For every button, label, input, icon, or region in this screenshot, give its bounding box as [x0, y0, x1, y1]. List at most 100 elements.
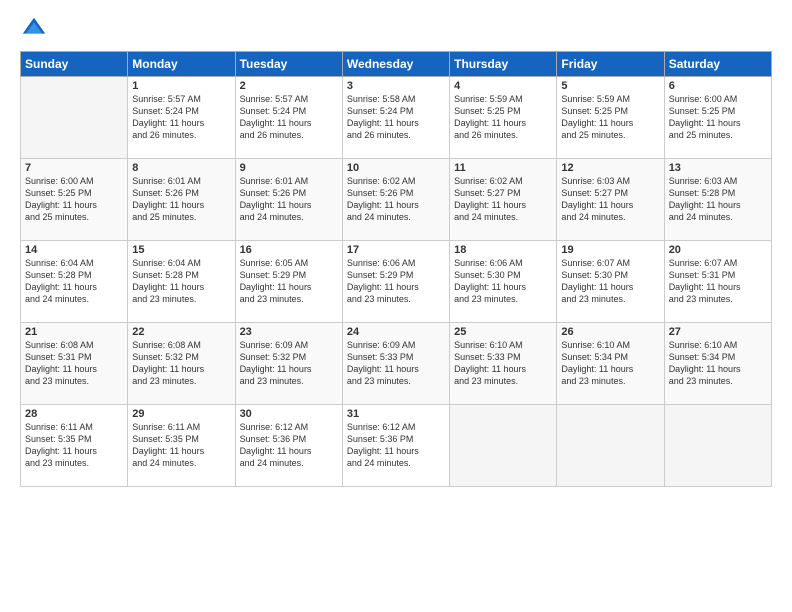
- day-number: 11: [454, 162, 552, 174]
- calendar-week-row: 7Sunrise: 6:00 AM Sunset: 5:25 PM Daylig…: [21, 159, 772, 241]
- day-number: 26: [561, 326, 659, 338]
- day-number: 2: [240, 80, 338, 92]
- day-number: 17: [347, 244, 445, 256]
- day-info: Sunrise: 6:08 AM Sunset: 5:31 PM Dayligh…: [25, 339, 123, 388]
- day-info: Sunrise: 6:12 AM Sunset: 5:36 PM Dayligh…: [347, 421, 445, 470]
- calendar-cell: 26Sunrise: 6:10 AM Sunset: 5:34 PM Dayli…: [557, 323, 664, 405]
- day-number: 15: [132, 244, 230, 256]
- day-number: 8: [132, 162, 230, 174]
- day-info: Sunrise: 6:03 AM Sunset: 5:28 PM Dayligh…: [669, 175, 767, 224]
- day-number: 7: [25, 162, 123, 174]
- day-info: Sunrise: 6:01 AM Sunset: 5:26 PM Dayligh…: [132, 175, 230, 224]
- day-number: 16: [240, 244, 338, 256]
- weekday-header: Friday: [557, 52, 664, 77]
- day-number: 6: [669, 80, 767, 92]
- day-info: Sunrise: 6:10 AM Sunset: 5:34 PM Dayligh…: [561, 339, 659, 388]
- calendar-page: SundayMondayTuesdayWednesdayThursdayFrid…: [0, 0, 792, 612]
- calendar-cell: 2Sunrise: 5:57 AM Sunset: 5:24 PM Daylig…: [235, 77, 342, 159]
- weekday-header: Monday: [128, 52, 235, 77]
- day-info: Sunrise: 6:04 AM Sunset: 5:28 PM Dayligh…: [25, 257, 123, 306]
- day-info: Sunrise: 5:57 AM Sunset: 5:24 PM Dayligh…: [132, 93, 230, 142]
- day-info: Sunrise: 6:09 AM Sunset: 5:33 PM Dayligh…: [347, 339, 445, 388]
- day-info: Sunrise: 6:12 AM Sunset: 5:36 PM Dayligh…: [240, 421, 338, 470]
- day-info: Sunrise: 5:57 AM Sunset: 5:24 PM Dayligh…: [240, 93, 338, 142]
- calendar-cell: 11Sunrise: 6:02 AM Sunset: 5:27 PM Dayli…: [450, 159, 557, 241]
- calendar-cell: 7Sunrise: 6:00 AM Sunset: 5:25 PM Daylig…: [21, 159, 128, 241]
- calendar-cell: 14Sunrise: 6:04 AM Sunset: 5:28 PM Dayli…: [21, 241, 128, 323]
- day-info: Sunrise: 6:06 AM Sunset: 5:29 PM Dayligh…: [347, 257, 445, 306]
- day-info: Sunrise: 6:08 AM Sunset: 5:32 PM Dayligh…: [132, 339, 230, 388]
- day-info: Sunrise: 6:10 AM Sunset: 5:34 PM Dayligh…: [669, 339, 767, 388]
- calendar-cell: [557, 405, 664, 487]
- day-number: 29: [132, 408, 230, 420]
- weekday-header: Sunday: [21, 52, 128, 77]
- calendar-cell: 23Sunrise: 6:09 AM Sunset: 5:32 PM Dayli…: [235, 323, 342, 405]
- day-number: 20: [669, 244, 767, 256]
- calendar-cell: 31Sunrise: 6:12 AM Sunset: 5:36 PM Dayli…: [342, 405, 449, 487]
- day-info: Sunrise: 6:05 AM Sunset: 5:29 PM Dayligh…: [240, 257, 338, 306]
- day-number: 25: [454, 326, 552, 338]
- day-number: 24: [347, 326, 445, 338]
- calendar-cell: 8Sunrise: 6:01 AM Sunset: 5:26 PM Daylig…: [128, 159, 235, 241]
- weekday-header: Tuesday: [235, 52, 342, 77]
- day-info: Sunrise: 5:58 AM Sunset: 5:24 PM Dayligh…: [347, 93, 445, 142]
- day-number: 23: [240, 326, 338, 338]
- calendar-cell: 6Sunrise: 6:00 AM Sunset: 5:25 PM Daylig…: [664, 77, 771, 159]
- day-info: Sunrise: 6:06 AM Sunset: 5:30 PM Dayligh…: [454, 257, 552, 306]
- logo-icon: [20, 15, 48, 43]
- day-number: 1: [132, 80, 230, 92]
- day-info: Sunrise: 6:04 AM Sunset: 5:28 PM Dayligh…: [132, 257, 230, 306]
- calendar-cell: 17Sunrise: 6:06 AM Sunset: 5:29 PM Dayli…: [342, 241, 449, 323]
- calendar-week-row: 1Sunrise: 5:57 AM Sunset: 5:24 PM Daylig…: [21, 77, 772, 159]
- calendar-cell: 29Sunrise: 6:11 AM Sunset: 5:35 PM Dayli…: [128, 405, 235, 487]
- calendar-cell: 9Sunrise: 6:01 AM Sunset: 5:26 PM Daylig…: [235, 159, 342, 241]
- calendar-cell: 1Sunrise: 5:57 AM Sunset: 5:24 PM Daylig…: [128, 77, 235, 159]
- day-info: Sunrise: 6:07 AM Sunset: 5:30 PM Dayligh…: [561, 257, 659, 306]
- day-number: 14: [25, 244, 123, 256]
- calendar-cell: 25Sunrise: 6:10 AM Sunset: 5:33 PM Dayli…: [450, 323, 557, 405]
- day-number: 18: [454, 244, 552, 256]
- calendar-cell: 4Sunrise: 5:59 AM Sunset: 5:25 PM Daylig…: [450, 77, 557, 159]
- calendar-cell: [664, 405, 771, 487]
- calendar-cell: 24Sunrise: 6:09 AM Sunset: 5:33 PM Dayli…: [342, 323, 449, 405]
- day-number: 10: [347, 162, 445, 174]
- calendar-cell: 5Sunrise: 5:59 AM Sunset: 5:25 PM Daylig…: [557, 77, 664, 159]
- day-info: Sunrise: 6:02 AM Sunset: 5:27 PM Dayligh…: [454, 175, 552, 224]
- day-info: Sunrise: 6:11 AM Sunset: 5:35 PM Dayligh…: [132, 421, 230, 470]
- day-info: Sunrise: 6:03 AM Sunset: 5:27 PM Dayligh…: [561, 175, 659, 224]
- day-info: Sunrise: 6:02 AM Sunset: 5:26 PM Dayligh…: [347, 175, 445, 224]
- weekday-header-row: SundayMondayTuesdayWednesdayThursdayFrid…: [21, 52, 772, 77]
- day-info: Sunrise: 5:59 AM Sunset: 5:25 PM Dayligh…: [454, 93, 552, 142]
- calendar-cell: 16Sunrise: 6:05 AM Sunset: 5:29 PM Dayli…: [235, 241, 342, 323]
- calendar-cell: 30Sunrise: 6:12 AM Sunset: 5:36 PM Dayli…: [235, 405, 342, 487]
- header: [20, 15, 772, 43]
- day-info: Sunrise: 6:00 AM Sunset: 5:25 PM Dayligh…: [669, 93, 767, 142]
- day-number: 28: [25, 408, 123, 420]
- weekday-header: Thursday: [450, 52, 557, 77]
- day-number: 22: [132, 326, 230, 338]
- calendar-week-row: 14Sunrise: 6:04 AM Sunset: 5:28 PM Dayli…: [21, 241, 772, 323]
- day-info: Sunrise: 6:10 AM Sunset: 5:33 PM Dayligh…: [454, 339, 552, 388]
- weekday-header: Wednesday: [342, 52, 449, 77]
- day-number: 4: [454, 80, 552, 92]
- calendar-cell: 3Sunrise: 5:58 AM Sunset: 5:24 PM Daylig…: [342, 77, 449, 159]
- calendar-cell: 19Sunrise: 6:07 AM Sunset: 5:30 PM Dayli…: [557, 241, 664, 323]
- calendar-cell: 27Sunrise: 6:10 AM Sunset: 5:34 PM Dayli…: [664, 323, 771, 405]
- calendar-cell: 12Sunrise: 6:03 AM Sunset: 5:27 PM Dayli…: [557, 159, 664, 241]
- day-number: 19: [561, 244, 659, 256]
- calendar-cell: 15Sunrise: 6:04 AM Sunset: 5:28 PM Dayli…: [128, 241, 235, 323]
- calendar-cell: 28Sunrise: 6:11 AM Sunset: 5:35 PM Dayli…: [21, 405, 128, 487]
- calendar-cell: 18Sunrise: 6:06 AM Sunset: 5:30 PM Dayli…: [450, 241, 557, 323]
- calendar-cell: [21, 77, 128, 159]
- day-number: 31: [347, 408, 445, 420]
- day-info: Sunrise: 6:00 AM Sunset: 5:25 PM Dayligh…: [25, 175, 123, 224]
- calendar-cell: [450, 405, 557, 487]
- calendar-table: SundayMondayTuesdayWednesdayThursdayFrid…: [20, 51, 772, 487]
- calendar-cell: 13Sunrise: 6:03 AM Sunset: 5:28 PM Dayli…: [664, 159, 771, 241]
- day-number: 5: [561, 80, 659, 92]
- day-number: 30: [240, 408, 338, 420]
- calendar-cell: 21Sunrise: 6:08 AM Sunset: 5:31 PM Dayli…: [21, 323, 128, 405]
- calendar-week-row: 28 Sunrise: 6:11 AM Sunset: 5:35 PM Dayli…: [21, 405, 772, 487]
- day-info: Sunrise: 6:09 AM Sunset: 5:32 PM Dayligh…: [240, 339, 338, 388]
- calendar-week-row: 21Sunrise: 6:08 AM Sunset: 5:31 PM Dayli…: [21, 323, 772, 405]
